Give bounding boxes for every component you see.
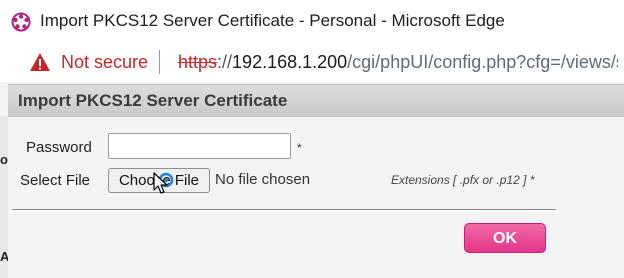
- security-status-label[interactable]: Not secure: [61, 52, 148, 73]
- background-page: o A: [0, 116, 9, 278]
- ok-button[interactable]: OK: [464, 223, 546, 253]
- url-text[interactable]: https://192.168.1.200/cgi/phpUI/config.p…: [178, 52, 618, 73]
- dialog-divider: [12, 209, 556, 210]
- dialog-header: Import PKCS12 Server Certificate: [8, 84, 624, 117]
- extensions-note: Extensions [ .pfx or .p12 ] *: [391, 173, 535, 187]
- select-file-label: Select File: [20, 172, 91, 189]
- warning-icon[interactable]: [29, 52, 51, 72]
- dialog-body: Password * Select File Choose File No fi…: [8, 117, 624, 278]
- dialog-title: Import PKCS12 Server Certificate: [18, 91, 288, 110]
- url-scheme: https: [178, 52, 218, 72]
- title-bar: Import PKCS12 Server Certificate - Perso…: [0, 0, 624, 45]
- no-file-chosen-text: No file chosen: [215, 171, 311, 188]
- address-bar[interactable]: Not secure https://192.168.1.200/cgi/php…: [0, 44, 624, 126]
- password-input[interactable]: [108, 133, 291, 159]
- browser-window: Import PKCS12 Server Certificate - Perso…: [0, 0, 624, 278]
- mouse-cursor-icon: [153, 172, 168, 194]
- url-path: /cgi/phpUI/config.php?cfg=/views/s: [347, 52, 618, 72]
- url-scheme-separator: ://: [217, 52, 233, 72]
- background-text-fragment: o: [0, 152, 8, 167]
- password-label: Password: [26, 139, 92, 156]
- password-required-mark: *: [297, 141, 302, 155]
- address-separator: [159, 50, 160, 74]
- url-host: 192.168.1.200: [232, 52, 348, 72]
- edge-logo-icon: [11, 12, 31, 32]
- window-title: Import PKCS12 Server Certificate - Perso…: [40, 11, 505, 30]
